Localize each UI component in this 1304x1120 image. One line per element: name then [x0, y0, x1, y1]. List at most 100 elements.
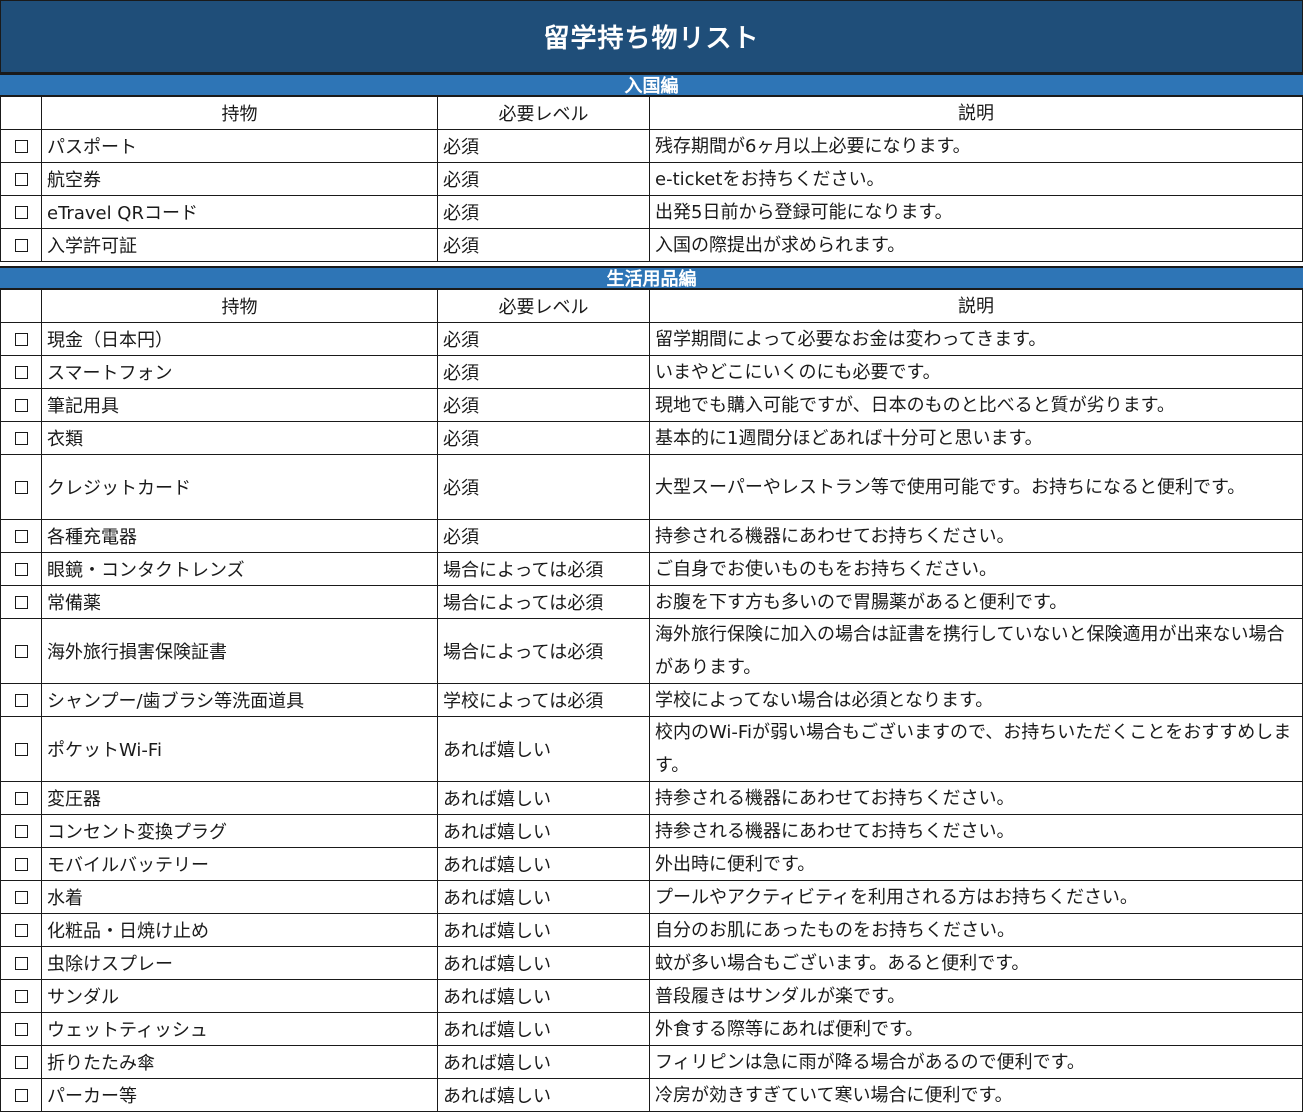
- table-header-row: 持物 必要レベル 説明: [0, 97, 1303, 130]
- level-cell: あれば嬉しい: [438, 1079, 650, 1112]
- checkbox[interactable]: [14, 431, 28, 445]
- level-cell: 場合によっては必須: [438, 619, 650, 684]
- check-cell[interactable]: [0, 848, 42, 881]
- level-cell: あれば嬉しい: [438, 914, 650, 947]
- check-cell[interactable]: [0, 914, 42, 947]
- check-cell[interactable]: [0, 356, 42, 389]
- table-row: 虫除けスプレー あれば嬉しい 蚊が多い場合もございます。あると便利です。: [0, 947, 1303, 980]
- item-cell: クレジットカード: [42, 455, 438, 520]
- checkbox[interactable]: [14, 693, 28, 707]
- level-cell: 必須: [438, 163, 650, 196]
- check-cell[interactable]: [0, 782, 42, 815]
- check-cell[interactable]: [0, 520, 42, 553]
- level-cell: 必須: [438, 422, 650, 455]
- checkbox[interactable]: [14, 791, 28, 805]
- check-cell[interactable]: [0, 455, 42, 520]
- table-row: 眼鏡・コンタクトレンズ 場合によっては必須 ご自身でお使いものもをお持ちください。: [0, 553, 1303, 586]
- checkbox[interactable]: [14, 956, 28, 970]
- checkbox[interactable]: [14, 529, 28, 543]
- description-cell: 校内のWi-Fiが弱い場合もございますので、お持ちいただくことをおすすめします。: [650, 717, 1303, 782]
- level-cell: あれば嬉しい: [438, 848, 650, 881]
- checkbox[interactable]: [14, 365, 28, 379]
- table-row: 航空券 必須 e-ticketをお持ちください。: [0, 163, 1303, 196]
- check-cell[interactable]: [0, 881, 42, 914]
- description-cell: 持参される機器にあわせてお持ちください。: [650, 815, 1303, 848]
- description-cell: 持参される機器にあわせてお持ちください。: [650, 520, 1303, 553]
- checkbox[interactable]: [14, 857, 28, 871]
- item-cell: パスポート: [42, 130, 438, 163]
- table-row: 常備薬 場合によっては必須 お腹を下す方も多いので胃腸薬があると便利です。: [0, 586, 1303, 619]
- check-cell[interactable]: [0, 717, 42, 782]
- description-cell: 出発5日前から登録可能になります。: [650, 196, 1303, 229]
- checkbox[interactable]: [14, 332, 28, 346]
- item-cell: 筆記用具: [42, 389, 438, 422]
- checkbox[interactable]: [14, 989, 28, 1003]
- check-cell[interactable]: [0, 229, 42, 262]
- table-row: 折りたたみ傘 あれば嬉しい フィリピンは急に雨が降る場合があるので便利です。: [0, 1046, 1303, 1079]
- check-cell[interactable]: [0, 619, 42, 684]
- check-cell[interactable]: [0, 422, 42, 455]
- header-check-cell: [0, 97, 42, 130]
- check-cell[interactable]: [0, 947, 42, 980]
- description-cell: 持参される機器にあわせてお持ちください。: [650, 782, 1303, 815]
- check-cell[interactable]: [0, 815, 42, 848]
- table-row: 各種充電器 必須 持参される機器にあわせてお持ちください。: [0, 520, 1303, 553]
- check-cell[interactable]: [0, 980, 42, 1013]
- check-cell[interactable]: [0, 323, 42, 356]
- item-cell: サンダル: [42, 980, 438, 1013]
- checkbox[interactable]: [14, 562, 28, 576]
- table-row: 水着 あれば嬉しい プールやアクティビティを利用される方はお持ちください。: [0, 881, 1303, 914]
- check-cell[interactable]: [0, 684, 42, 717]
- level-cell: 必須: [438, 520, 650, 553]
- check-cell[interactable]: [0, 163, 42, 196]
- level-cell: 場合によっては必須: [438, 586, 650, 619]
- check-cell[interactable]: [0, 553, 42, 586]
- checkbox[interactable]: [14, 923, 28, 937]
- checkbox[interactable]: [14, 1088, 28, 1102]
- checkbox[interactable]: [14, 742, 28, 756]
- checkbox[interactable]: [14, 205, 28, 219]
- check-cell[interactable]: [0, 196, 42, 229]
- checkbox[interactable]: [14, 1022, 28, 1036]
- check-cell[interactable]: [0, 389, 42, 422]
- checkbox[interactable]: [14, 824, 28, 838]
- level-cell: あれば嬉しい: [438, 717, 650, 782]
- level-cell: 必須: [438, 229, 650, 262]
- table-row: 現金（日本円） 必須 留学期間によって必要なお金は変わってきます。: [0, 323, 1303, 356]
- check-cell[interactable]: [0, 1013, 42, 1046]
- description-cell: 残存期間が6ヶ月以上必要になります。: [650, 130, 1303, 163]
- check-cell[interactable]: [0, 586, 42, 619]
- item-cell: スマートフォン: [42, 356, 438, 389]
- check-cell[interactable]: [0, 1079, 42, 1112]
- checkbox[interactable]: [14, 172, 28, 186]
- item-cell: ポケットWi-Fi: [42, 717, 438, 782]
- level-cell: あれば嬉しい: [438, 1046, 650, 1079]
- description-cell: 外食する際等にあれば便利です。: [650, 1013, 1303, 1046]
- table-row: パーカー等 あれば嬉しい 冷房が効きすぎていて寒い場合に便利です。: [0, 1079, 1303, 1112]
- checkbox[interactable]: [14, 398, 28, 412]
- checkbox[interactable]: [14, 139, 28, 153]
- item-cell: 水着: [42, 881, 438, 914]
- check-cell[interactable]: [0, 130, 42, 163]
- header-item: 持物: [42, 97, 438, 130]
- description-cell: プールやアクティビティを利用される方はお持ちください。: [650, 881, 1303, 914]
- level-cell: あれば嬉しい: [438, 980, 650, 1013]
- header-description: 説明: [650, 290, 1303, 323]
- level-cell: あれば嬉しい: [438, 1013, 650, 1046]
- check-cell[interactable]: [0, 1046, 42, 1079]
- table-row: 海外旅行損害保険証書 場合によっては必須 海外旅行保険に加入の場合は証書を携行してい…: [0, 619, 1303, 684]
- item-cell: 折りたたみ傘: [42, 1046, 438, 1079]
- checkbox[interactable]: [14, 595, 28, 609]
- table-row: 変圧器 あれば嬉しい 持参される機器にあわせてお持ちください。: [0, 782, 1303, 815]
- item-cell: モバイルバッテリー: [42, 848, 438, 881]
- checkbox[interactable]: [14, 480, 28, 494]
- checkbox[interactable]: [14, 890, 28, 904]
- checkbox[interactable]: [14, 1055, 28, 1069]
- table-row: サンダル あれば嬉しい 普段履きはサンダルが楽です。: [0, 980, 1303, 1013]
- checkbox[interactable]: [14, 644, 28, 658]
- description-cell: いまやどこにいくのにも必要です。: [650, 356, 1303, 389]
- description-cell: お腹を下す方も多いので胃腸薬があると便利です。: [650, 586, 1303, 619]
- description-cell: 海外旅行保険に加入の場合は証書を携行していないと保険適用が出来ない場合があります…: [650, 619, 1303, 684]
- checkbox[interactable]: [14, 238, 28, 252]
- level-cell: 必須: [438, 455, 650, 520]
